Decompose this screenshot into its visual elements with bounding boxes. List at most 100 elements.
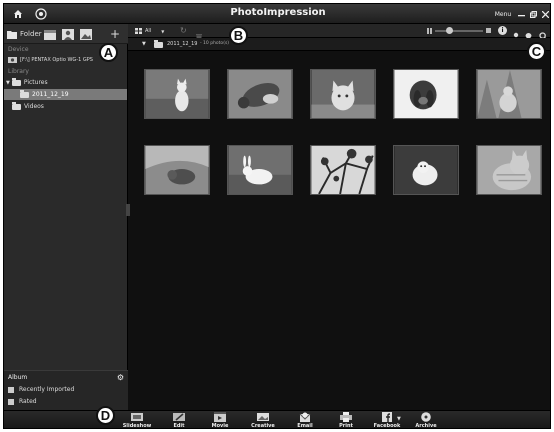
facebook-label: Facebook (373, 423, 401, 429)
album-icon (8, 398, 14, 405)
album-item-recently-imported[interactable]: Recently Imported (8, 384, 124, 395)
thumbnail-size-small-icon (427, 28, 433, 34)
slideshow-button[interactable]: Slideshow (120, 412, 154, 429)
movie-button[interactable]: Movie (203, 412, 237, 429)
picture-icon (80, 28, 92, 40)
callout-b: B (229, 26, 248, 45)
photoimpression-window: PhotoImpression Menu Folder + Device [F:… (3, 3, 551, 429)
people-view-button[interactable] (62, 27, 74, 41)
print-label: Print (339, 423, 353, 429)
photo-thumbnail-tree-branches[interactable] (310, 145, 376, 195)
movie-label: Movie (211, 423, 229, 429)
info-icon: i (501, 27, 504, 34)
breadcrumb-folder[interactable]: 2011_12_19 (167, 41, 197, 47)
photo-image (145, 146, 209, 194)
album-item-label: Rated (19, 398, 37, 405)
callout-a: A (99, 43, 118, 62)
tree-item-2011-12-19[interactable]: 2011_12_19 (4, 89, 127, 100)
facebook-dropdown-arrow-icon[interactable]: ▼ (397, 416, 401, 422)
photo-image (311, 70, 375, 118)
photo-image (394, 70, 458, 118)
album-item-label: Recently Imported (19, 386, 75, 393)
main-panel: All ▼ ↻ i ▼ 2011_12_19 - 10 photo(s) (128, 24, 550, 410)
photo-image (477, 146, 541, 194)
folder-icon (7, 30, 17, 39)
slideshow-icon (131, 413, 143, 421)
device-item[interactable]: [F:\] PENTAX Optio WG-1 GPS (8, 54, 112, 65)
folder-icon (154, 40, 163, 48)
plus-icon: + (110, 27, 121, 41)
thumbnail-size-large-icon (486, 28, 491, 33)
library-section-header: Library (8, 68, 29, 75)
place-view-button[interactable] (80, 27, 92, 41)
title-bar: PhotoImpression Menu (4, 4, 550, 24)
grid-view-icon (135, 28, 142, 34)
minimize-button[interactable] (516, 6, 526, 22)
photo-image (311, 146, 375, 194)
chevron-down-icon: ▼ (161, 28, 165, 34)
tree-item-videos[interactable]: Videos (12, 101, 126, 112)
minimize-icon (517, 14, 525, 16)
edit-button[interactable]: Edit (162, 412, 196, 429)
email-icon (299, 412, 311, 422)
rotate-icon: ↻ (180, 26, 187, 35)
photo-image (228, 146, 292, 194)
folder-icon (20, 89, 29, 98)
photo-thumbnail-rabbit[interactable] (227, 145, 293, 195)
photo-image (145, 70, 209, 118)
calendar-view-button[interactable] (44, 27, 56, 41)
photo-thumbnail-cat-on-grass[interactable] (476, 69, 542, 119)
collapse-arrow-icon[interactable]: ▼ (142, 41, 146, 47)
people-icon (62, 28, 74, 40)
close-button[interactable] (540, 6, 550, 22)
photo-thumbnail-small-dog[interactable] (393, 145, 459, 195)
photo-thumbnail-cat-under-cloth[interactable] (144, 145, 210, 195)
add-button[interactable]: + (110, 27, 120, 41)
close-icon (541, 10, 549, 18)
view-filter-label: All (145, 28, 152, 34)
slider-thumb[interactable] (446, 27, 453, 34)
email-button[interactable]: Email (288, 412, 322, 428)
calendar-icon (44, 29, 56, 40)
panel-splitter[interactable] (126, 204, 130, 216)
main-toolbar: All ▼ ↻ i (128, 24, 550, 42)
device-section-header: Device (8, 46, 29, 53)
view-filter-dropdown[interactable]: All ▼ (135, 26, 164, 36)
creative-label: Creative (251, 423, 275, 429)
photo-thumbnail-dog[interactable] (393, 69, 459, 119)
device-item-label: [F:\] PENTAX Optio WG-1 GPS (20, 56, 93, 63)
tree-item-pictures[interactable]: ▼ Pictures (6, 77, 124, 88)
photo-thumbnail-cat-sitting[interactable] (144, 69, 210, 119)
tree-item-label: 2011_12_19 (32, 91, 69, 98)
camera-device-icon (8, 57, 17, 63)
folder-view-label: Folder (20, 30, 42, 38)
archive-label: Archive (415, 423, 437, 429)
photo-thumbnail-cat-lying[interactable] (227, 69, 293, 119)
breadcrumb: ▼ 2011_12_19 - 10 photo(s) (128, 38, 550, 51)
thumbnail-size-slider[interactable] (435, 30, 483, 32)
archive-button[interactable]: Archive (409, 412, 443, 429)
slideshow-label: Slideshow (122, 423, 152, 429)
breadcrumb-count: - 10 photo(s) (200, 41, 230, 46)
expand-arrow-icon: ▼ (6, 79, 10, 86)
print-button[interactable]: Print (329, 412, 363, 429)
sidebar-toolbar: Folder + (4, 24, 128, 44)
folder-icon (12, 101, 21, 110)
printer-icon (340, 412, 352, 422)
restore-button[interactable] (528, 6, 538, 22)
edit-label: Edit (173, 423, 185, 429)
creative-button[interactable]: Creative (246, 412, 280, 429)
album-header-label: Album (8, 374, 28, 381)
menu-button[interactable]: Menu (492, 6, 514, 22)
tree-item-label: Videos (24, 103, 44, 110)
photo-thumbnail-cat-face[interactable] (310, 69, 376, 119)
photo-thumbnail-tabby-cat[interactable] (476, 145, 542, 195)
photo-image (477, 70, 541, 118)
facebook-icon (382, 412, 392, 422)
folder-view-button[interactable]: Folder (7, 27, 42, 41)
callout-d: D (96, 406, 115, 425)
album-settings-icon[interactable]: ⚙ (117, 374, 124, 383)
info-button[interactable]: i (498, 26, 507, 35)
archive-disc-icon (421, 412, 431, 422)
rotate-button[interactable]: ↻ (180, 26, 187, 36)
